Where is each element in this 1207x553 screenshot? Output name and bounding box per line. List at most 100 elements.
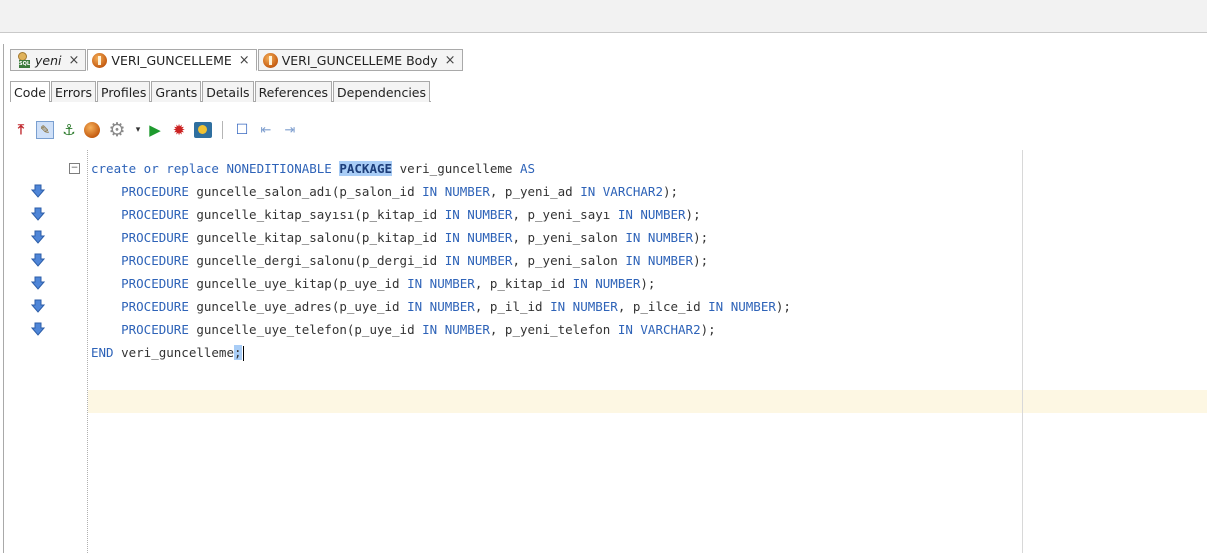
tab-errors[interactable]: Errors [51,81,96,102]
code-token: veri_guncelleme [392,161,520,176]
fold-collapse-icon[interactable]: − [69,163,80,174]
code-line[interactable]: PROCEDURE guncelle_uye_adres(p_uye_id IN… [91,295,791,318]
keyword-token: PROCEDURE [121,184,189,199]
code-token: ); [662,184,679,199]
code-line[interactable]: END veri_guncelleme; [91,341,244,364]
right-margin-line [1022,150,1023,553]
tab-profiles[interactable]: Profiles [97,81,151,102]
keyword-token: IN NUMBER [407,299,475,314]
bookmark-next-icon[interactable]: ⇥ [281,121,299,139]
code-token: ); [775,299,791,314]
compile-icon[interactable]: ⚓ [60,121,78,139]
run-icon[interactable]: ▶ [146,121,164,139]
dropdown-icon[interactable]: ▾ [134,121,142,139]
code-editor[interactable]: − create or replace NONEDITIONABLE PACKA… [12,150,1207,553]
keyword-token: AS [519,161,536,176]
tab-grants[interactable]: Grants [151,81,202,102]
package-body-icon [262,52,278,68]
close-icon[interactable]: × [239,53,250,68]
code-token: guncelle_uye_kitap(p_uye_id [188,276,408,291]
highlighted-keyword: PACKAGE [339,161,393,176]
keyword-token: IN NUMBER [444,230,513,245]
keyword-token: IN NUMBER [422,322,490,337]
window-top-strip [0,0,1207,33]
code-token: , p_kitap_id [474,276,573,291]
implementation-arrow-icon[interactable] [31,299,45,313]
package-icon [92,52,108,68]
editor-sub-tab-bar: Code Errors Profiles Grants Details Refe… [10,81,431,102]
edit-icon[interactable]: ✎ [36,121,54,139]
code-line[interactable]: PROCEDURE guncelle_dergi_salonu(p_dergi_… [91,249,708,272]
tab-label: VERI_GUNCELLEME [111,52,232,68]
code-token: , p_yeni_sayı [512,207,618,222]
keyword-token: IN NUMBER [407,276,475,291]
debug-icon[interactable]: ✹ [170,121,188,139]
implementation-arrow-icon[interactable] [31,253,45,267]
code-token: , p_ilce_id [617,299,709,314]
keyword-token: PROCEDURE [121,230,189,245]
code-token: ); [700,322,716,337]
close-icon[interactable]: × [68,53,79,68]
document-tab-bar: SQL yeni × VERI_GUNCELLEME × VERI_GUNCEL… [10,49,464,71]
package-icon[interactable] [84,122,100,138]
code-line[interactable]: PROCEDURE guncelle_uye_telefon(p_uye_id … [91,318,716,341]
code-token: guncelle_dergi_salonu(p_dergi_id [188,253,445,268]
code-token: , p_yeni_ad [489,184,581,199]
keyword-token: IN NUMBER [572,276,641,291]
code-token: ); [640,276,656,291]
tab-label: VERI_GUNCELLEME Body [281,52,438,68]
sql-worksheet-icon: SQL [15,52,31,68]
tab-yeni[interactable]: SQL yeni × [10,49,87,71]
keyword-token: PROCEDURE [121,253,189,268]
code-token: ); [693,230,709,245]
code-line[interactable]: PROCEDURE guncelle_kitap_sayısı(p_kitap_… [91,203,701,226]
code-token: veri_guncelleme [113,345,234,360]
implementation-arrow-icon[interactable] [31,184,45,198]
code-line[interactable]: PROCEDURE guncelle_kitap_salonu(p_kitap_… [91,226,708,249]
implementation-arrow-icon[interactable] [31,207,45,221]
close-icon[interactable]: × [445,53,456,68]
keyword-token: IN VARCHAR2 [617,322,701,337]
code-token: , p_yeni_salon [512,230,626,245]
code-token: guncelle_uye_telefon(p_uye_id [188,322,423,337]
code-token: guncelle_uye_adres(p_uye_id [188,299,408,314]
code-token: , p_yeni_telefon [489,322,618,337]
bookmark-icon[interactable]: ☐ [233,121,251,139]
implementation-arrow-icon[interactable] [31,276,45,290]
keyword-token: PROCEDURE [121,322,189,337]
pin-icon[interactable]: ⤒ [12,121,30,139]
tab-veri-guncelleme[interactable]: VERI_GUNCELLEME × [87,49,257,71]
implementation-arrow-icon[interactable] [31,322,45,336]
current-line-highlight [88,390,1207,413]
tab-dependencies[interactable]: Dependencies [333,81,430,102]
code-token: guncelle_kitap_salonu(p_kitap_id [188,230,445,245]
bookmark-prev-icon[interactable]: ⇤ [257,121,275,139]
tab-veri-guncelleme-body[interactable]: VERI_GUNCELLEME Body × [257,49,463,71]
keyword-token: IN NUMBER [550,299,618,314]
tab-label: yeni [35,52,62,68]
code-token: guncelle_kitap_sayısı(p_kitap_id [188,207,445,222]
code-line[interactable]: PROCEDURE guncelle_salon_adı(p_salon_id … [91,180,678,203]
tab-details[interactable]: Details [202,81,254,102]
tab-code[interactable]: Code [10,81,51,102]
keyword-token: create or replace NONEDITIONABLE [91,161,340,176]
implementation-arrow-icon[interactable] [31,230,45,244]
code-token: guncelle_salon_adı(p_salon_id [188,184,423,199]
profile-icon[interactable] [194,122,212,138]
gear-icon[interactable]: ⚙ [106,120,128,139]
keyword-token: PROCEDURE [121,207,189,222]
keyword-token: END [91,345,114,360]
editor-toolbar: ⤒ ✎ ⚓ ⚙ ▾ ▶ ✹ ☐ ⇤ ⇥ [12,119,305,141]
text-caret [242,346,244,361]
keyword-token: IN NUMBER [625,253,694,268]
code-line[interactable]: PROCEDURE guncelle_uye_kitap(p_uye_id IN… [91,272,655,295]
code-line[interactable]: create or replace NONEDITIONABLE PACKAGE… [91,157,535,180]
code-token: , p_yeni_salon [512,253,626,268]
keyword-token: IN NUMBER [617,207,686,222]
keyword-token: IN NUMBER [444,207,513,222]
keyword-token: IN NUMBER [625,230,694,245]
code-token: , p_il_id [474,299,551,314]
keyword-token: IN VARCHAR2 [580,184,663,199]
tab-references[interactable]: References [254,81,333,102]
keyword-token: IN NUMBER [708,299,776,314]
